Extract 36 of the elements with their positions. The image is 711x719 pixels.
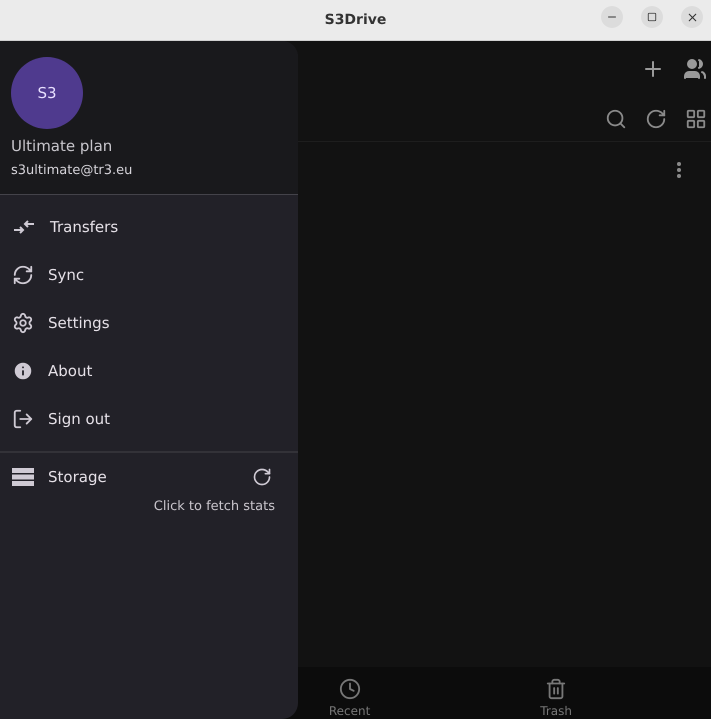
- grid-view-button[interactable]: [685, 108, 707, 130]
- more-icon: [677, 162, 681, 178]
- avatar: S3: [11, 57, 83, 129]
- people-icon: [683, 57, 707, 81]
- trash-icon: [545, 678, 568, 700]
- plan-name: Ultimate plan: [11, 137, 112, 155]
- refresh-icon: [645, 108, 667, 130]
- window-title: S3Drive: [324, 12, 386, 28]
- storage-hint: Click to fetch stats: [154, 499, 275, 514]
- refresh-icon: [252, 467, 272, 487]
- drawer-item[interactable]: Sync: [0, 251, 298, 299]
- clock-icon: [338, 678, 361, 700]
- info-icon: [12, 360, 34, 382]
- search-button[interactable]: [605, 108, 627, 130]
- nav-item[interactable]: Trash: [504, 667, 608, 719]
- maximize-button[interactable]: [641, 6, 663, 28]
- drawer-item[interactable]: Transfers: [0, 203, 298, 251]
- storage-label: Storage: [48, 468, 108, 486]
- grid-icon: [685, 108, 707, 130]
- drawer-item[interactable]: About: [0, 347, 298, 395]
- storage-icon: [12, 468, 34, 486]
- more-button[interactable]: [677, 162, 681, 178]
- nav-item[interactable]: Recent: [298, 667, 402, 719]
- maximize-icon: [647, 12, 657, 22]
- sign-out-icon: [12, 408, 34, 430]
- search-icon: [605, 108, 627, 130]
- close-button[interactable]: [681, 6, 703, 28]
- refresh-button[interactable]: [645, 108, 667, 130]
- sync-icon: [12, 264, 34, 286]
- drawer-item[interactable]: Sign out: [0, 395, 298, 443]
- refresh-button[interactable]: [252, 467, 272, 487]
- user-email: s3ultimate@tr3.eu: [11, 163, 132, 178]
- drawer-item[interactable]: Settings: [0, 299, 298, 347]
- settings-icon: [12, 312, 34, 334]
- close-icon: [686, 10, 698, 24]
- people-button[interactable]: [683, 57, 707, 81]
